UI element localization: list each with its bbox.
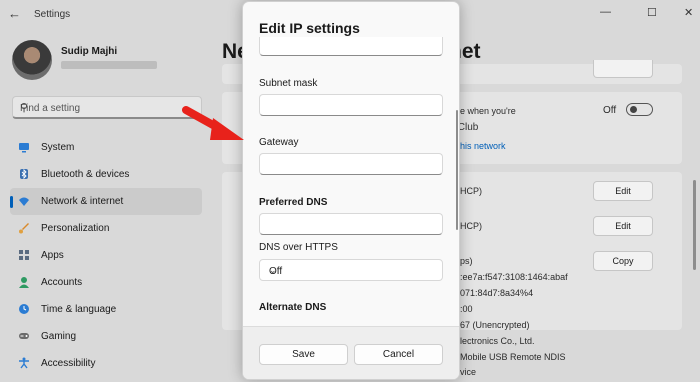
dialog-scrollbar[interactable]: [456, 110, 458, 230]
wifi-icon: [18, 195, 30, 207]
accessibility-icon: [18, 357, 30, 369]
ip-assignment-edit-button[interactable]: Edit: [593, 181, 653, 201]
sidebar-item-apps[interactable]: Apps: [10, 242, 202, 269]
gateway-input[interactable]: [259, 153, 443, 175]
sidebar-item-label: Network & internet: [41, 196, 124, 207]
red-arrow-annotation: [182, 106, 244, 140]
dialog-title: Edit IP settings: [259, 20, 360, 36]
network-link[interactable]: his network: [460, 141, 506, 151]
sidebar-item-personalization[interactable]: Personalization: [10, 215, 202, 242]
metered-toggle[interactable]: [626, 103, 653, 116]
minimize-icon[interactable]: —: [600, 6, 611, 18]
info-line: 67 (Unencrypted): [460, 320, 530, 330]
sidebar-item-network-internet[interactable]: Network & internet: [10, 188, 202, 215]
ip-field-partial[interactable]: [259, 37, 443, 56]
ip-assignment-text: HCP): [460, 186, 482, 196]
copy-button[interactable]: Copy: [593, 251, 653, 271]
info-line: :ee7a:f547:3108:1464:abaf: [460, 272, 568, 282]
alternate-dns-label: Alternate DNS: [259, 302, 327, 313]
top-card-button[interactable]: [593, 60, 653, 78]
gamepad-icon: [18, 330, 30, 342]
profile-email-redacted: [61, 61, 157, 69]
sidebar-item-time-language[interactable]: Time & language: [10, 296, 202, 323]
dns-assignment-edit-button[interactable]: Edit: [593, 216, 653, 236]
info-line: :00: [460, 304, 473, 314]
sidebar-item-label: Apps: [41, 250, 64, 261]
info-line: ps): [460, 256, 473, 266]
sidebar-item-label: Gaming: [41, 331, 77, 342]
toggle-state-label: Off: [603, 105, 617, 116]
edit-ip-settings-dialog: Edit IP settings Subnet mask Gateway Pre…: [242, 1, 460, 380]
info-line: vice: [460, 367, 477, 377]
back-arrow-icon[interactable]: ←: [8, 6, 21, 21]
gateway-label: Gateway: [259, 137, 299, 148]
maximize-icon[interactable]: ☐: [647, 6, 657, 19]
close-icon[interactable]: ✕: [684, 6, 693, 19]
sidebar-item-label: Accounts: [41, 277, 83, 288]
sidebar-item-label: Bluetooth & devices: [41, 169, 130, 180]
save-button[interactable]: Save: [259, 344, 348, 365]
preferred-dns-label: Preferred DNS: [259, 197, 328, 208]
apps-icon: [18, 249, 30, 261]
display-icon: [18, 141, 30, 153]
info-line: lectronics Co., Ltd.: [460, 336, 535, 346]
profile-name: Sudip Majhi: [61, 46, 118, 57]
subnet-mask-input[interactable]: [259, 94, 443, 116]
bluetooth-icon: [18, 168, 30, 180]
app-title: Settings: [34, 9, 71, 20]
sidebar-item-gaming[interactable]: Gaming: [10, 323, 202, 350]
sidebar-item-system[interactable]: System: [10, 134, 202, 161]
sidebar-item-label: System: [41, 142, 75, 153]
sidebar-item-label: Personalization: [41, 223, 110, 234]
subnet-mask-label: Subnet mask: [259, 78, 318, 89]
sidebar-item-bluetooth-devices[interactable]: Bluetooth & devices: [10, 161, 202, 188]
chevron-down-icon: ⌄: [269, 265, 277, 275]
main-scrollbar[interactable]: [693, 180, 696, 270]
dialog-footer: Save Cancel: [243, 326, 459, 379]
info-line: Mobile USB Remote NDIS: [460, 352, 566, 362]
sidebar-item-label: Accessibility: [41, 358, 96, 369]
dns-over-https-label: DNS over HTTPS: [259, 242, 338, 253]
dns-over-https-select[interactable]: Off ⌄: [259, 259, 443, 281]
info-line: 071:84d7:8a34%4: [460, 288, 534, 298]
search-icon: ⚲: [20, 102, 29, 114]
search-input[interactable]: Find a setting ⚲: [12, 96, 202, 119]
preferred-dns-input[interactable]: [259, 213, 443, 235]
metered-text: e when you're: [460, 106, 516, 116]
globe-clock-icon: [18, 303, 30, 315]
sidebar-item-accessibility[interactable]: Accessibility: [10, 350, 202, 377]
brush-icon: [18, 222, 30, 234]
sidebar-nav: System Bluetooth & devices Network & int…: [10, 134, 202, 377]
sidebar-item-accounts[interactable]: Accounts: [10, 269, 202, 296]
avatar[interactable]: [12, 40, 52, 80]
sidebar-item-label: Time & language: [41, 304, 117, 315]
dns-assignment-text: HCP): [460, 221, 482, 231]
person-icon: [18, 276, 30, 288]
cancel-button[interactable]: Cancel: [354, 344, 443, 365]
